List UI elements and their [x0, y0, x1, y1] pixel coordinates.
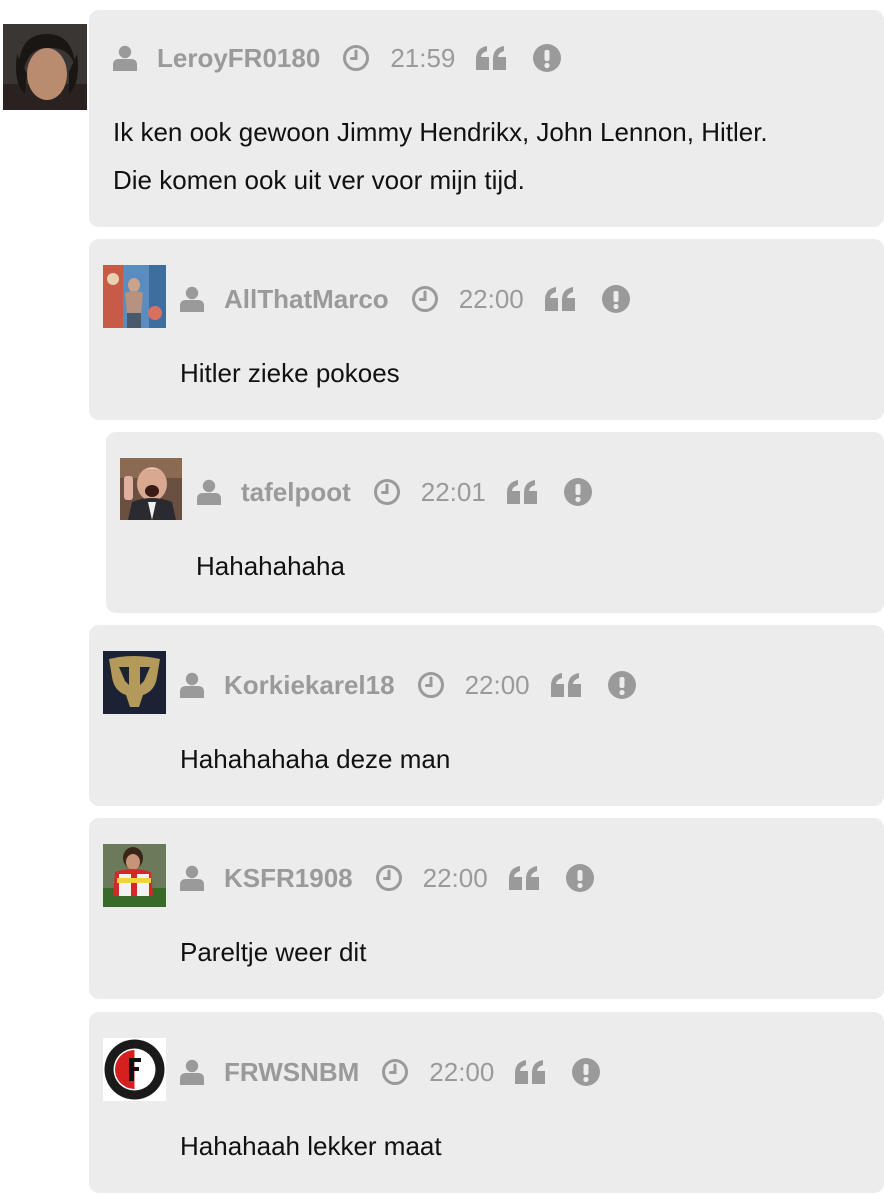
timestamp: 22:00 [422, 862, 488, 893]
clock-icon [375, 864, 403, 892]
username-link[interactable]: FRWSNBM [224, 1057, 359, 1088]
user-icon [113, 45, 137, 71]
avatar[interactable] [103, 844, 166, 907]
avatar[interactable] [103, 1038, 166, 1101]
comment-card: tafelpoot 22:01 Hahahahaha [106, 432, 884, 613]
timestamp: 22:01 [420, 476, 486, 507]
quote-icon[interactable] [475, 45, 507, 71]
quote-icon[interactable] [544, 286, 576, 312]
quote-icon[interactable] [514, 1059, 546, 1085]
report-icon[interactable] [572, 1058, 600, 1086]
avatar[interactable] [120, 458, 182, 520]
comment-meta: LeroyFR0180 21:59 [113, 38, 561, 78]
comment-body: Hitler zieke pokoes [180, 349, 400, 397]
comment-body: Hahahaah lekker maat [180, 1122, 442, 1170]
user-icon [180, 1059, 204, 1085]
comment-line: Hahahahaha deze man [180, 744, 451, 774]
username-link[interactable]: tafelpoot [241, 477, 351, 508]
comment-line: Hahahahaha [196, 551, 345, 581]
clock-icon [417, 671, 445, 699]
username-link[interactable]: KSFR1908 [224, 863, 353, 894]
timestamp: 21:59 [390, 42, 456, 73]
comment-card: KSFR1908 22:00 Pareltje weer dit [89, 818, 884, 999]
comment-meta: Korkiekarel18 22:00 [180, 665, 636, 705]
user-icon [180, 672, 204, 698]
comment-meta: KSFR1908 22:00 [180, 858, 594, 898]
comment-body: Ik ken ook gewoon Jimmy Hendrikx, John L… [113, 108, 768, 204]
comment-body: Pareltje weer dit [180, 928, 366, 976]
comment-body: Hahahahaha [196, 542, 345, 590]
avatar[interactable] [103, 265, 166, 328]
report-icon[interactable] [602, 285, 630, 313]
report-icon[interactable] [608, 671, 636, 699]
comment-line: Pareltje weer dit [180, 937, 367, 967]
comment-meta: tafelpoot 22:01 [197, 472, 592, 512]
timestamp: 22:00 [458, 283, 524, 314]
comment-meta: AllThatMarco 22:00 [180, 279, 630, 319]
clock-icon [381, 1058, 409, 1086]
comment-line: Hahahaah lekker maat [180, 1131, 442, 1161]
comment-card: Korkiekarel18 22:00 Hahahahaha deze man [89, 625, 884, 806]
report-icon[interactable] [564, 478, 592, 506]
avatar[interactable] [3, 24, 87, 110]
clock-icon [373, 478, 401, 506]
username-link[interactable]: Korkiekarel18 [224, 670, 395, 701]
quote-icon[interactable] [508, 865, 540, 891]
user-icon [180, 286, 204, 312]
comment-line: Ik ken ook gewoon Jimmy Hendrikx, John L… [113, 117, 768, 147]
avatar[interactable] [103, 651, 166, 714]
clock-icon [342, 44, 370, 72]
comment-card: AllThatMarco 22:00 Hitler zieke pokoes [89, 239, 884, 420]
username-link[interactable]: AllThatMarco [224, 284, 389, 315]
comment-line: Hitler zieke pokoes [180, 358, 400, 388]
comment-card: FRWSNBM 22:00 Hahahaah lekker maat [89, 1012, 884, 1193]
clock-icon [411, 285, 439, 313]
timestamp: 22:00 [429, 1056, 495, 1087]
quote-icon[interactable] [506, 479, 538, 505]
comment-body: Hahahahaha deze man [180, 735, 450, 783]
comment-line: Die komen ook uit ver voor mijn tijd. [113, 165, 525, 195]
user-icon [197, 479, 221, 505]
report-icon[interactable] [566, 864, 594, 892]
quote-icon[interactable] [550, 672, 582, 698]
report-icon[interactable] [533, 44, 561, 72]
comment-card: LeroyFR0180 21:59 Ik ken ook gewoon Jimm… [89, 10, 884, 227]
timestamp: 22:00 [464, 669, 530, 700]
user-icon [180, 865, 204, 891]
comment-meta: FRWSNBM 22:00 [180, 1052, 600, 1092]
username-link[interactable]: LeroyFR0180 [157, 43, 320, 74]
